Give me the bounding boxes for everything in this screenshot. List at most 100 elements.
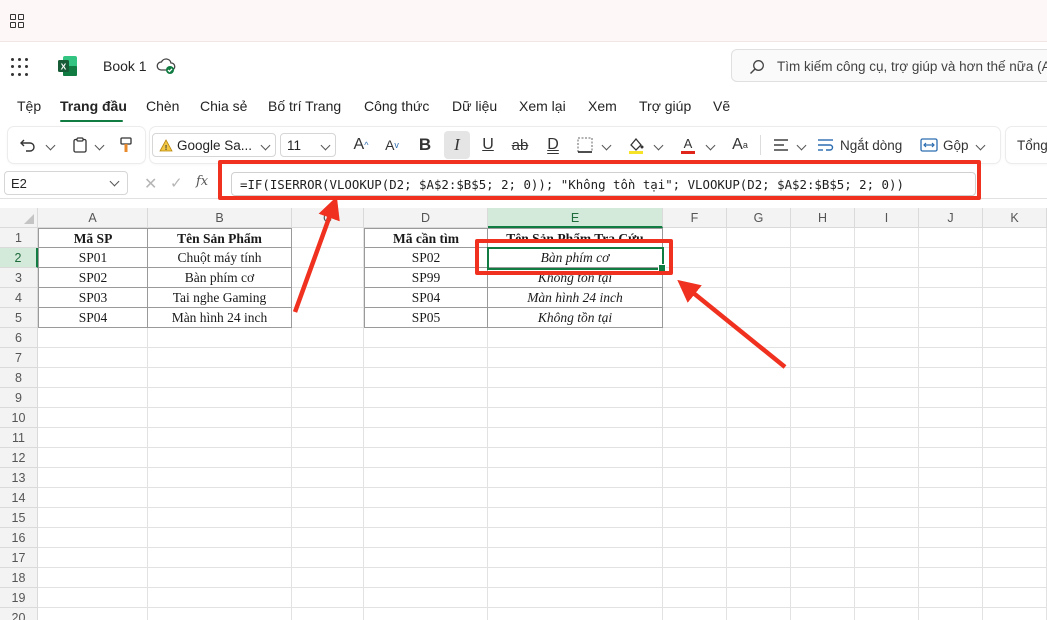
column-header-b[interactable]: B — [148, 208, 292, 228]
menu-formulas[interactable]: Công thức — [364, 98, 429, 114]
font-name-value: Google Sa... — [177, 137, 253, 153]
check-icon[interactable]: ✓ — [170, 174, 183, 192]
cell-d3[interactable]: SP99 — [364, 268, 488, 288]
row-header-5[interactable]: 5 — [0, 308, 38, 328]
app-launcher-icon[interactable] — [11, 58, 29, 76]
row-header-9[interactable]: 9 — [0, 388, 38, 408]
column-header-c[interactable]: C — [292, 208, 364, 228]
row-header-2[interactable]: 2 — [0, 248, 38, 268]
number-format-dropdown[interactable]: Tổng — [1017, 133, 1047, 157]
undo-dropdown[interactable] — [43, 133, 57, 157]
strikethrough-icon[interactable]: ab — [509, 133, 531, 157]
row-header-12[interactable]: 12 — [0, 448, 38, 468]
underline-icon[interactable]: U — [477, 133, 499, 157]
excel-logo-icon[interactable]: X — [58, 55, 78, 77]
column-header-j[interactable]: J — [919, 208, 983, 228]
row-header-4[interactable]: 4 — [0, 288, 38, 308]
cell-b3[interactable]: Bàn phím cơ — [148, 268, 292, 288]
menu-help[interactable]: Trợ giúp — [639, 98, 691, 114]
menu-draw[interactable]: Vẽ — [713, 98, 730, 114]
cell-e5[interactable]: Không tồn tại — [488, 308, 663, 328]
row-header-10[interactable]: 10 — [0, 408, 38, 428]
fill-color-dropdown[interactable] — [652, 133, 664, 157]
cell-d5[interactable]: SP05 — [364, 308, 488, 328]
column-header-k[interactable]: K — [983, 208, 1047, 228]
column-header-g[interactable]: G — [727, 208, 791, 228]
cell-b5[interactable]: Màn hình 24 inch — [148, 308, 292, 328]
double-underline-icon[interactable]: D — [543, 133, 563, 157]
grid-icon[interactable] — [10, 14, 24, 28]
clipboard-icon[interactable] — [70, 133, 90, 157]
menu-share[interactable]: Chia sẻ — [200, 98, 247, 114]
cell-d2[interactable]: SP02 — [364, 248, 488, 268]
borders-dropdown[interactable] — [600, 133, 612, 157]
fill-color-icon[interactable] — [625, 133, 647, 157]
menu-home[interactable]: Trang đầu — [60, 98, 127, 114]
column-header-i[interactable]: I — [855, 208, 919, 228]
format-painter-icon[interactable] — [116, 133, 136, 157]
row-header-16[interactable]: 16 — [0, 528, 38, 548]
row-header-14[interactable]: 14 — [0, 488, 38, 508]
row-header-18[interactable]: 18 — [0, 568, 38, 588]
cell-a3[interactable]: SP02 — [38, 268, 148, 288]
merge-button[interactable]: Gộp — [920, 133, 990, 157]
paste-dropdown[interactable] — [92, 133, 106, 157]
row-header-3[interactable]: 3 — [0, 268, 38, 288]
wrap-text-button[interactable]: Ngắt dòng — [817, 133, 909, 157]
font-size-value: 11 — [287, 137, 302, 153]
name-box[interactable]: E2 — [4, 171, 128, 195]
menu-page-layout[interactable]: Bố trí Trang — [268, 98, 341, 114]
font-size-dropdown[interactable]: 11 — [280, 133, 336, 157]
workbook-title[interactable]: Book 1 — [103, 58, 147, 74]
font-effects-icon[interactable]: Aa — [729, 133, 751, 157]
insert-function-icon[interactable]: fx — [196, 174, 208, 189]
menu-insert[interactable]: Chèn — [146, 98, 179, 114]
row-header-6[interactable]: 6 — [0, 328, 38, 348]
search-box[interactable]: Tìm kiếm công cụ, trợ giúp và hơn thế nữ… — [731, 49, 1047, 82]
close-icon[interactable]: ✕ — [144, 174, 157, 194]
row-header-11[interactable]: 11 — [0, 428, 38, 448]
row-header-8[interactable]: 8 — [0, 368, 38, 388]
column-header-e[interactable]: E — [488, 208, 663, 228]
row-header-19[interactable]: 19 — [0, 588, 38, 608]
row-header-20[interactable]: 20 — [0, 608, 38, 620]
font-shrink-icon[interactable]: Av — [381, 133, 403, 157]
cell-b2[interactable]: Chuột máy tính — [148, 248, 292, 268]
warning-icon: ! — [159, 138, 173, 152]
font-name-dropdown[interactable]: ! Google Sa... — [152, 133, 276, 157]
column-header-f[interactable]: F — [663, 208, 727, 228]
cell-b1[interactable]: Tên Sản Phẩm — [148, 228, 292, 248]
borders-icon[interactable] — [575, 133, 595, 157]
font-grow-icon[interactable]: A ^ — [350, 133, 372, 157]
cell-a1[interactable]: Mã SP — [38, 228, 148, 248]
cell-a5[interactable]: SP04 — [38, 308, 148, 328]
italic-icon[interactable]: I — [444, 131, 470, 159]
select-all-corner[interactable] — [0, 208, 38, 228]
menu-view[interactable]: Xem — [588, 98, 617, 114]
menu-file[interactable]: Tệp — [17, 98, 41, 114]
column-header-h[interactable]: H — [791, 208, 855, 228]
align-icon[interactable] — [770, 133, 792, 157]
menu-review[interactable]: Xem lại — [519, 98, 566, 114]
align-dropdown[interactable] — [795, 133, 807, 157]
cell-a4[interactable]: SP03 — [38, 288, 148, 308]
cell-d1[interactable]: Mã cần tìm — [364, 228, 488, 248]
column-header-d[interactable]: D — [364, 208, 488, 228]
font-color-dropdown[interactable] — [704, 133, 716, 157]
row-header-17[interactable]: 17 — [0, 548, 38, 568]
row-header-13[interactable]: 13 — [0, 468, 38, 488]
column-header-a[interactable]: A — [38, 208, 148, 228]
cell-d4[interactable]: SP04 — [364, 288, 488, 308]
bold-icon[interactable]: B — [414, 133, 436, 157]
row-header-7[interactable]: 7 — [0, 348, 38, 368]
cell-e4[interactable]: Màn hình 24 inch — [488, 288, 663, 308]
cloud-sync-icon[interactable] — [156, 57, 176, 75]
menu-data[interactable]: Dữ liệu — [452, 98, 497, 114]
search-placeholder: Tìm kiếm công cụ, trợ giúp và hơn thế nữ… — [777, 59, 1047, 74]
row-header-1[interactable]: 1 — [0, 228, 38, 248]
cell-b4[interactable]: Tai nghe Gaming — [148, 288, 292, 308]
undo-icon[interactable] — [17, 133, 39, 157]
row-header-15[interactable]: 15 — [0, 508, 38, 528]
cell-a2[interactable]: SP01 — [38, 248, 148, 268]
font-color-icon[interactable]: A — [677, 133, 699, 157]
